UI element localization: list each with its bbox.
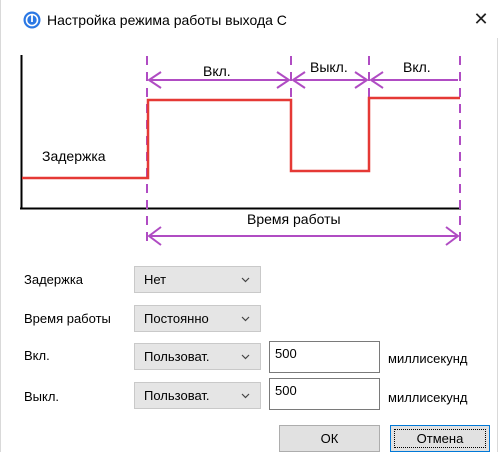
- signal-waveform: [22, 96, 460, 180]
- ok-button-label: ОК: [320, 431, 339, 446]
- on-label: Вкл.: [24, 348, 50, 363]
- power-info-icon: [23, 11, 41, 29]
- chevron-down-icon: [240, 344, 250, 369]
- label-work-time: Время работы: [247, 211, 341, 227]
- delay-select[interactable]: Нет: [134, 266, 261, 293]
- label-delay: Задержка: [42, 148, 106, 164]
- close-icon[interactable]: ✕: [473, 9, 488, 30]
- off-unit-label: миллисекунд: [388, 390, 468, 405]
- off-select[interactable]: Пользоват.: [134, 382, 261, 409]
- chevron-down-icon: [240, 306, 250, 331]
- on-select[interactable]: Пользоват.: [134, 343, 261, 370]
- off-select-value: Пользоват.: [144, 388, 210, 403]
- chevron-down-icon: [240, 267, 250, 292]
- work-time-select-value: Постоянно: [144, 311, 209, 326]
- close-button[interactable]: ✕: [463, 0, 498, 38]
- cancel-button[interactable]: Отмена: [390, 425, 490, 452]
- off-label: Выкл.: [24, 389, 60, 404]
- timing-diagram: Вкл. Выкл. Вкл. Задержка Время работы: [1, 38, 498, 260]
- work-time-arrow: [147, 226, 460, 246]
- on-unit-label: миллисекунд: [388, 351, 468, 366]
- delay-select-value: Нет: [144, 272, 167, 287]
- off-duration-input[interactable]: 500: [269, 378, 380, 410]
- title-bar: Настройка режима работы выхода C ✕: [1, 0, 498, 38]
- label-off: Выкл.: [310, 59, 348, 75]
- ok-button[interactable]: ОК: [279, 425, 380, 452]
- focus-ring: [394, 429, 486, 448]
- delay-label: Задержка: [24, 272, 84, 287]
- work-time-select[interactable]: Постоянно: [134, 305, 261, 332]
- work-time-label: Время работы: [24, 311, 111, 326]
- on-select-value: Пользоват.: [144, 349, 210, 364]
- label-on-1: Вкл.: [203, 63, 231, 79]
- on-duration-input[interactable]: 500: [269, 341, 380, 373]
- dialog-window: Настройка режима работы выхода C ✕ Вкл. …: [0, 0, 498, 452]
- chevron-down-icon: [240, 383, 250, 408]
- window-title: Настройка режима работы выхода C: [47, 12, 287, 28]
- label-on-2: Вкл.: [403, 59, 431, 75]
